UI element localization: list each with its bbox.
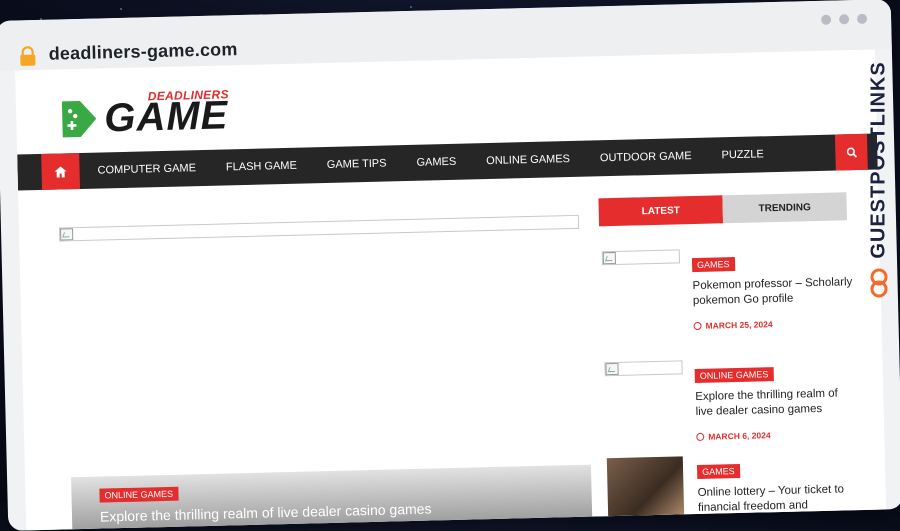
- post-thumbnail[interactable]: [601, 249, 681, 266]
- post-category-badge[interactable]: GAMES: [691, 257, 735, 273]
- list-item[interactable]: ONLINE GAMES Explore the thrilling realm…: [604, 356, 856, 462]
- nav-item-flash-game[interactable]: FLASH GAME: [226, 160, 297, 174]
- tab-trending[interactable]: TRENDING: [722, 192, 848, 224]
- post-thumbnail[interactable]: [606, 456, 685, 519]
- clock-icon: [696, 432, 705, 442]
- post-title[interactable]: Explore the thrilling realm of live deal…: [695, 386, 856, 420]
- nav-item-computer-game[interactable]: COMPUTER GAME: [97, 162, 196, 176]
- home-button[interactable]: [41, 153, 81, 190]
- web-page: DEADLINERS GAME COMPUTER GAME FLASH GAME…: [15, 49, 887, 531]
- post-title[interactable]: Pokemon professor – Scholarly pokemon Go…: [692, 275, 853, 309]
- broken-image-icon: [59, 228, 74, 241]
- post-date: MARCH 6, 2024: [696, 428, 856, 442]
- gamepad-logo-icon: [61, 100, 97, 138]
- list-item[interactable]: GAMES Pokemon professor – Scholarly poke…: [601, 245, 854, 351]
- search-icon: [846, 147, 857, 158]
- post-body: GAMES Pokemon professor – Scholarly poke…: [691, 251, 854, 331]
- window-controls: [820, 13, 868, 25]
- clock-icon: [693, 321, 702, 331]
- post-date-text: MARCH 6, 2024: [708, 430, 771, 442]
- site-logo[interactable]: DEADLINERS GAME: [56, 87, 257, 152]
- home-icon: [54, 165, 67, 178]
- broken-image-icon: [605, 362, 619, 376]
- search-button[interactable]: [834, 133, 868, 171]
- nav-item-game-tips[interactable]: GAME TIPS: [327, 158, 387, 171]
- broken-image-icon: [602, 251, 617, 265]
- address-bar-url[interactable]: deadliners-game.com: [48, 39, 237, 65]
- post-category-badge[interactable]: ONLINE GAMES: [694, 367, 774, 384]
- lock-icon: [19, 46, 38, 71]
- tab-latest[interactable]: LATEST: [598, 195, 724, 227]
- post-date-text: MARCH 25, 2024: [705, 319, 773, 331]
- sidebar-tabs: LATEST TRENDING: [598, 192, 848, 227]
- window-dot-icon[interactable]: [838, 14, 850, 25]
- window-dot-icon[interactable]: [820, 14, 832, 25]
- browser-window: deadliners-game.com DEADLINERS GAME COMP…: [0, 0, 900, 531]
- nav-item-online-games[interactable]: ONLINE GAMES: [486, 153, 570, 167]
- list-item[interactable]: GAMES Online lottery – Your ticket to fi…: [606, 452, 859, 528]
- post-body: ONLINE GAMES Explore the thrilling realm…: [694, 362, 857, 442]
- featured-image-placeholder[interactable]: [58, 214, 580, 242]
- watermark-text: GUESTPOSTLINKS: [867, 61, 890, 259]
- guestpostlinks-watermark: GUESTPOSTLINKS: [864, 40, 894, 298]
- chain-link-icon: [870, 268, 888, 298]
- featured-category-badge[interactable]: ONLINE GAMES: [99, 486, 179, 503]
- featured-caption[interactable]: ONLINE GAMES Explore the thrilling realm…: [71, 464, 593, 531]
- window-dot-icon[interactable]: [856, 13, 868, 24]
- post-thumbnail[interactable]: [604, 360, 683, 377]
- nav-item-outdoor-game[interactable]: OUTDOOR GAME: [600, 150, 692, 164]
- post-title[interactable]: Online lottery – Your ticket to financia…: [697, 482, 858, 516]
- post-body: GAMES Online lottery – Your ticket to fi…: [696, 458, 858, 516]
- post-date: MARCH 25, 2024: [693, 317, 853, 331]
- featured-title[interactable]: Explore the thrilling realm of live deal…: [100, 501, 432, 525]
- post-category-badge[interactable]: GAMES: [696, 463, 740, 480]
- logo-wordmark: GAME: [103, 93, 229, 141]
- nav-item-puzzle[interactable]: PUZZLE: [721, 148, 763, 161]
- nav-item-games[interactable]: GAMES: [416, 156, 456, 169]
